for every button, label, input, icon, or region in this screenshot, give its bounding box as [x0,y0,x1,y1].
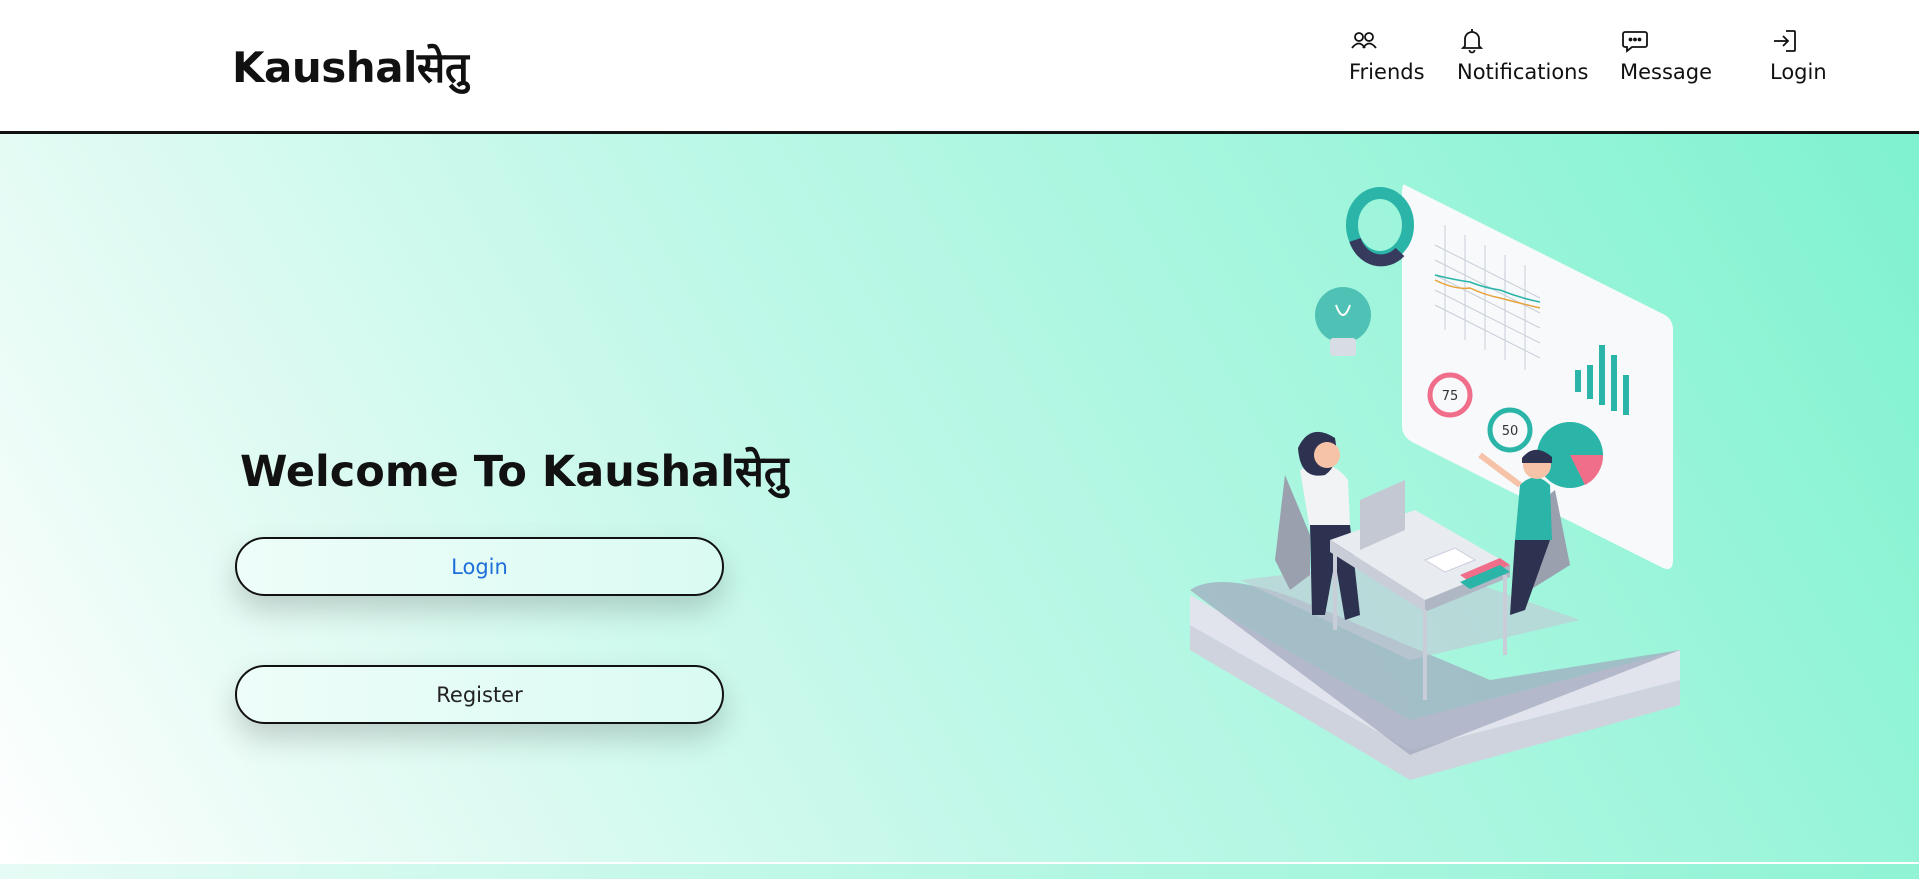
login-icon [1770,26,1800,56]
nav-label-notifications: Notifications [1457,60,1589,84]
nav-items: Friends Notifications Message Login [0,26,1919,96]
nav-label-message: Message [1620,60,1713,84]
nav-item-message[interactable]: Message [1620,26,1712,84]
nav-label-friends: Friends [1349,60,1425,84]
hero-illustration: 75 50 [1190,184,1680,780]
bell-icon [1457,26,1487,56]
nav-item-notifications[interactable]: Notifications [1457,26,1588,84]
nav-item-friends[interactable]: Friends [1349,26,1425,84]
message-icon [1620,26,1650,56]
gauge-75-label: 75 [1442,389,1459,404]
welcome-heading: Welcome To Kaushalसेतु [240,447,789,497]
lightbulb [1315,287,1371,356]
gauge-50-label: 50 [1502,424,1519,439]
navbar: Kaushalसेतु Friends Notifications Messag… [0,0,1919,134]
friends-icon [1349,26,1379,56]
ring-chart [1346,187,1414,267]
register-button[interactable]: Register [235,665,724,724]
hero-bottom-strip [0,862,1919,879]
nav-item-login[interactable]: Login [1770,26,1827,84]
login-button[interactable]: Login [235,537,724,596]
nav-label-login: Login [1770,60,1827,84]
